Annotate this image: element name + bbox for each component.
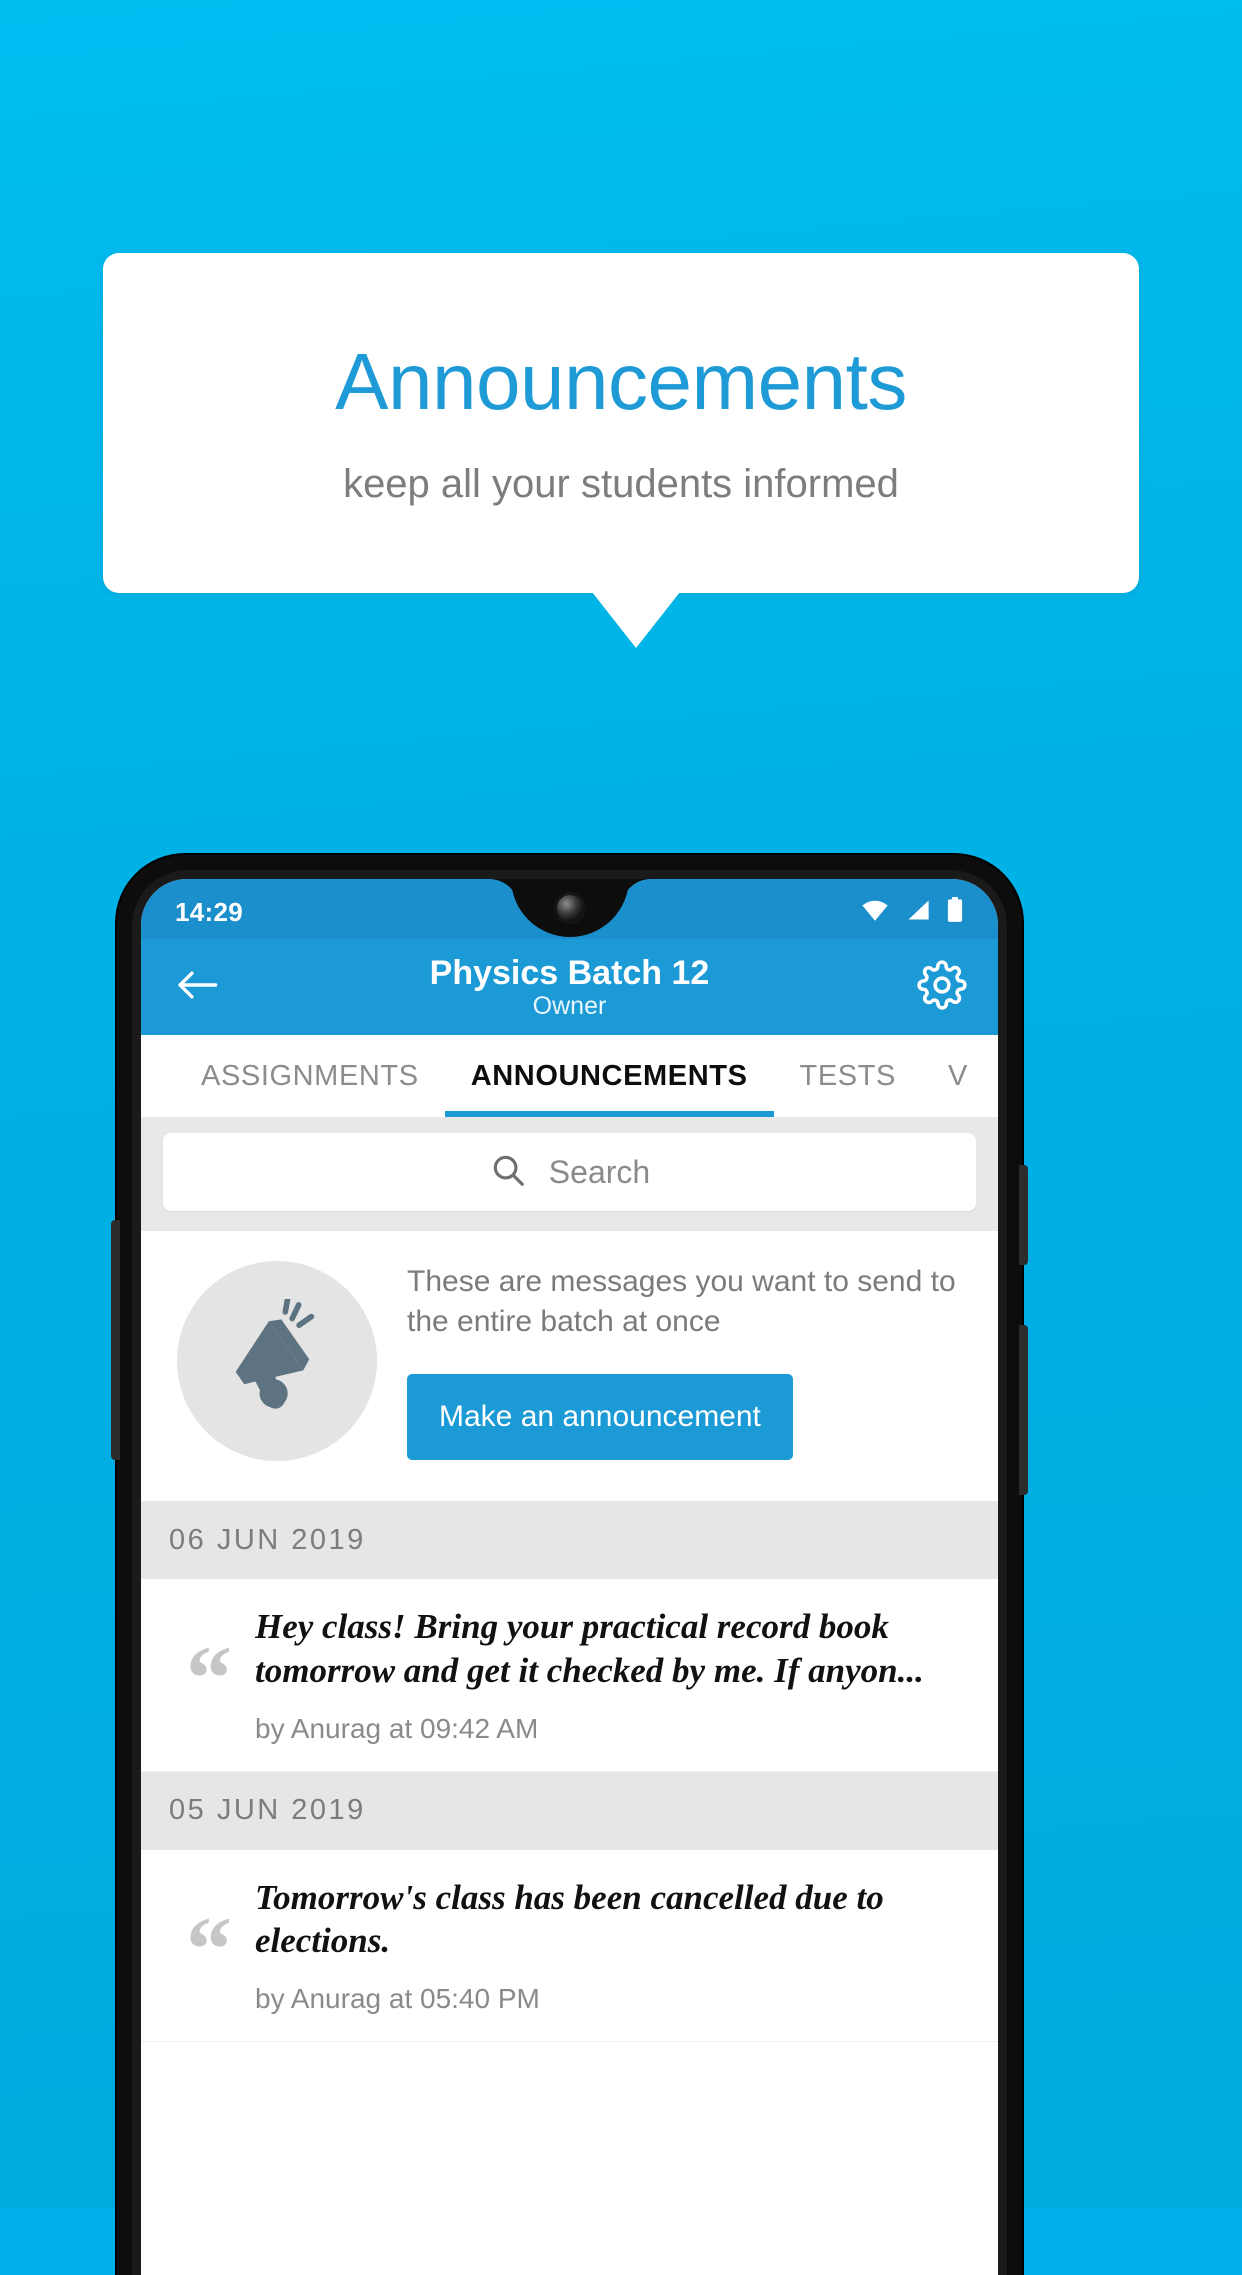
announcement-row[interactable]: “ Tomorrow's class has been cancelled du… — [141, 1849, 998, 2042]
page-title: Announcements — [335, 337, 907, 426]
make-announcement-button[interactable]: Make an announcement — [407, 1373, 793, 1460]
announcement-text-line1: Hey class! Bring your practical record b… — [255, 1607, 889, 1646]
phone-device: 14:29 Physics Batch 12 Owner ASSIGNMENTS… — [111, 855, 1028, 2275]
power-button[interactable] — [1019, 1165, 1028, 1265]
volume-button[interactable] — [1019, 1325, 1028, 1495]
app-bar: Physics Batch 12 Owner — [141, 939, 998, 1035]
status-time: 14:29 — [175, 896, 243, 927]
tab-tests[interactable]: TESTS — [774, 1035, 922, 1117]
page-subtitle: keep all your students informed — [343, 462, 899, 506]
search-icon — [489, 1151, 527, 1194]
phone-screen: 14:29 Physics Batch 12 Owner ASSIGNMENTS… — [141, 879, 998, 2275]
back-button[interactable] — [169, 959, 225, 1015]
app-bar-titles: Physics Batch 12 Owner — [225, 954, 914, 1020]
settings-button[interactable] — [914, 959, 970, 1015]
megaphone-badge — [177, 1261, 377, 1461]
empty-state-text: These are messages you want to send to t… — [407, 1265, 956, 1338]
battery-icon — [946, 896, 964, 928]
notch-shape — [510, 879, 629, 937]
front-camera-icon — [556, 895, 583, 921]
search-placeholder: Search — [548, 1153, 651, 1190]
batch-role: Owner — [532, 992, 607, 1021]
announcement-meta: by Anurag at 09:42 AM — [255, 1712, 539, 1744]
announcement-row[interactable]: “ Hey class! Bring your practical record… — [141, 1579, 998, 1772]
quote-icon: “ — [186, 1627, 232, 1729]
batch-title: Physics Batch 12 — [429, 953, 710, 992]
quote-icon: “ — [186, 1897, 232, 2000]
announcement-empty-state: These are messages you want to send to t… — [141, 1231, 998, 1501]
back-arrow-icon — [175, 968, 219, 1007]
promo-card: Announcements keep all your students inf… — [103, 253, 1139, 593]
tab-overflow[interactable]: V — [922, 1035, 994, 1117]
status-icons — [860, 891, 964, 928]
announcement-meta: by Anurag at 05:40 PM — [255, 1983, 540, 2014]
tab-assignments[interactable]: ASSIGNMENTS — [175, 1035, 445, 1117]
search-input[interactable]: Search — [163, 1133, 976, 1211]
gear-icon — [917, 959, 967, 1015]
announcement-text-line2: tomorrow and get it checked by me. If an… — [255, 1650, 924, 1690]
tab-announcements[interactable]: ANNOUNCEMENTS — [444, 1035, 774, 1117]
wifi-icon — [860, 898, 890, 927]
megaphone-icon — [217, 1293, 337, 1424]
notch-ear-right — [620, 879, 651, 909]
announcement-body: Hey class! Bring your practical record b… — [255, 1605, 972, 1745]
notch-ear-left — [488, 879, 519, 909]
speech-bubble-tail — [592, 592, 680, 648]
search-section: Search — [141, 1117, 998, 1231]
announcement-text-line2: elections. — [255, 1921, 391, 1961]
empty-state-content: These are messages you want to send to t… — [407, 1262, 968, 1460]
date-header: 06 JUN 2019 — [141, 1501, 998, 1579]
signal-icon — [905, 898, 931, 927]
announcement-text-line1: Tomorrow's class has been cancelled due … — [255, 1877, 884, 1917]
left-side-button[interactable] — [111, 1220, 120, 1460]
date-header: 05 JUN 2019 — [141, 1771, 998, 1850]
announcement-body: Tomorrow's class has been cancelled due … — [255, 1876, 972, 2016]
camera-notch — [486, 879, 654, 937]
tab-bar[interactable]: ASSIGNMENTS ANNOUNCEMENTS TESTS V — [141, 1035, 998, 1117]
status-bar: 14:29 — [141, 879, 998, 939]
